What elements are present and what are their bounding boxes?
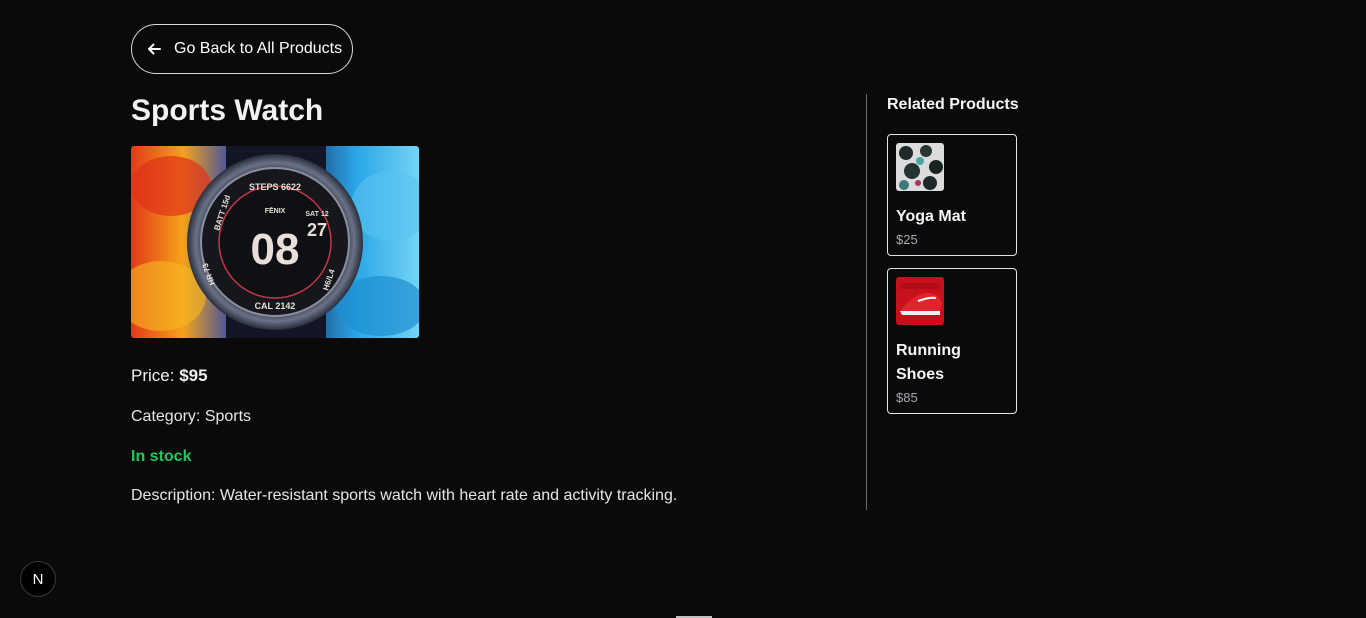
product-description: Description: Water-resistant sports watc… (131, 487, 678, 504)
nextjs-logo-letter: N (33, 571, 44, 587)
related-product-name: Yoga Mat (896, 208, 966, 225)
related-product-price: $85 (896, 390, 918, 405)
product-category: Category: Sports (131, 408, 252, 425)
product-title: Sports Watch (131, 94, 324, 127)
related-product-price: $25 (896, 232, 918, 247)
price-value: $95 (179, 366, 208, 385)
nextjs-dev-badge[interactable]: N (20, 561, 56, 597)
watch-steps-text: STEPS 6622 (249, 182, 301, 192)
related-product-card-running-shoes[interactable]: Running Shoes $85 (887, 268, 1017, 414)
related-product-card-yoga-mat[interactable]: Yoga Mat $25 (887, 134, 1017, 256)
arrow-left-icon (146, 41, 162, 57)
watch-hour-text: 08 (251, 225, 300, 274)
yoga-mat-image (896, 143, 944, 191)
nextjs-logo-icon: N (33, 571, 44, 587)
related-product-name: Running Shoes (896, 342, 961, 383)
product-price: Price: $95 (131, 366, 208, 386)
watch-calories-text: CAL 2142 (255, 301, 296, 311)
watch-minute-text: 27 (307, 220, 327, 240)
related-products-title: Related Products (887, 96, 1019, 113)
stock-status: In stock (131, 448, 192, 465)
sidebar-divider (866, 94, 867, 510)
watch-brand-text: FĒNIX (265, 207, 286, 215)
running-shoes-image (896, 277, 944, 325)
watch-date-text: SAT 12 (305, 211, 328, 218)
back-to-products-button[interactable]: Go Back to All Products (131, 24, 353, 74)
price-label: Price: (131, 366, 180, 385)
product-page: Go Back to All Products Sports Watch STE… (0, 0, 1366, 618)
sports-watch-image: STEPS 6622 FĒNIX SAT 12 08 27 CAL 2142 B… (131, 146, 419, 338)
back-button-label: Go Back to All Products (174, 40, 343, 57)
